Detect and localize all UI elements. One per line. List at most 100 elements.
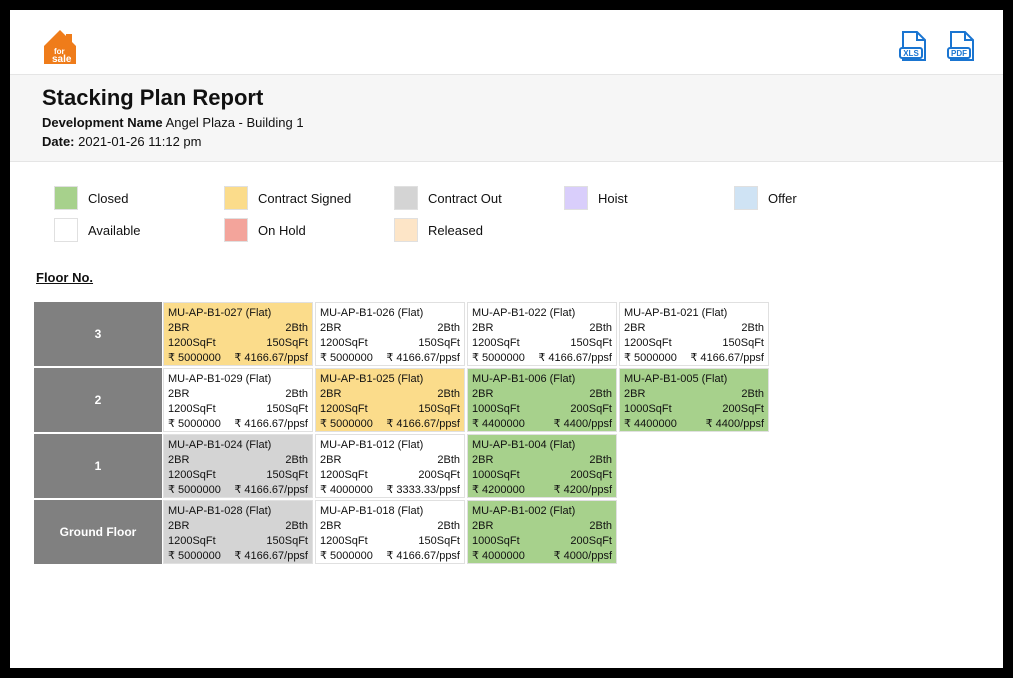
unit-price: ₹ 5000000 <box>168 351 221 366</box>
svg-text:PDF: PDF <box>951 49 967 58</box>
unit-bth: 2Bth <box>741 321 764 336</box>
unit-card[interactable]: MU-AP-B1-024 (Flat)2BR2Bth1200SqFt150SqF… <box>163 434 313 498</box>
unit-area: 1000SqFt <box>472 468 520 483</box>
unit-area: 1200SqFt <box>472 336 520 351</box>
legend-item: On Hold <box>224 218 394 242</box>
development-value: Angel Plaza - Building 1 <box>166 115 304 130</box>
legend-label: On Hold <box>258 223 306 238</box>
unit-psf: ₹ 4200/ppsf <box>554 483 612 498</box>
legend-swatch <box>54 186 78 210</box>
unit-psf-area: 150SqFt <box>266 468 308 483</box>
unit-psf-area: 200SqFt <box>722 402 764 417</box>
unit-card[interactable]: MU-AP-B1-026 (Flat)2BR2Bth1200SqFt150SqF… <box>315 302 465 366</box>
unit-card[interactable]: MU-AP-B1-004 (Flat)2BR2Bth1000SqFt200SqF… <box>467 434 617 498</box>
unit-code: MU-AP-B1-005 (Flat) <box>624 372 764 387</box>
unit-psf-area: 200SqFt <box>570 468 612 483</box>
legend-swatch <box>394 186 418 210</box>
unit-area: 1200SqFt <box>320 534 368 549</box>
legend-item: Closed <box>54 186 224 210</box>
unit-card[interactable]: MU-AP-B1-006 (Flat)2BR2Bth1000SqFt200SqF… <box>467 368 617 432</box>
export-xls-icon[interactable]: XLS <box>895 28 931 64</box>
unit-area: 1200SqFt <box>624 336 672 351</box>
report-header: Stacking Plan Report Development Name An… <box>10 74 1003 162</box>
unit-psf-area: 200SqFt <box>418 468 460 483</box>
unit-psf: ₹ 4166.67/ppsf <box>386 549 460 564</box>
unit-psf-area: 200SqFt <box>570 534 612 549</box>
unit-br: 2BR <box>320 453 341 468</box>
legend-label: Hoist <box>598 191 628 206</box>
unit-card[interactable]: MU-AP-B1-027 (Flat)2BR2Bth1200SqFt150SqF… <box>163 302 313 366</box>
legend-label: Released <box>428 223 483 238</box>
floor-label-cell: 3 <box>34 301 162 367</box>
unit-code: MU-AP-B1-024 (Flat) <box>168 438 308 453</box>
unit-price: ₹ 5000000 <box>472 351 525 366</box>
floor-number-heading: Floor No. <box>10 252 1003 291</box>
unit-area: 1000SqFt <box>624 402 672 417</box>
unit-card[interactable]: MU-AP-B1-029 (Flat)2BR2Bth1200SqFt150SqF… <box>163 368 313 432</box>
unit-code: MU-AP-B1-004 (Flat) <box>472 438 612 453</box>
legend-label: Offer <box>768 191 797 206</box>
unit-br: 2BR <box>168 387 189 402</box>
brand-logo-icon: for sale <box>34 24 86 68</box>
legend-item: Released <box>394 218 564 242</box>
unit-bth: 2Bth <box>285 387 308 402</box>
unit-code: MU-AP-B1-028 (Flat) <box>168 504 308 519</box>
unit-price: ₹ 5000000 <box>320 351 373 366</box>
unit-br: 2BR <box>320 321 341 336</box>
page-title: Stacking Plan Report <box>42 85 979 111</box>
unit-price: ₹ 4400000 <box>624 417 677 432</box>
unit-bth: 2Bth <box>589 387 612 402</box>
unit-psf: ₹ 4166.67/ppsf <box>234 549 308 564</box>
date-value: 2021-01-26 11:12 pm <box>78 134 201 149</box>
unit-psf: ₹ 4400/ppsf <box>554 417 612 432</box>
legend-label: Contract Signed <box>258 191 351 206</box>
unit-price: ₹ 4000000 <box>320 483 373 498</box>
unit-card[interactable]: MU-AP-B1-012 (Flat)2BR2Bth1200SqFt200SqF… <box>315 434 465 498</box>
unit-br: 2BR <box>320 387 341 402</box>
unit-br: 2BR <box>168 321 189 336</box>
unit-price: ₹ 4000000 <box>472 549 525 564</box>
unit-psf: ₹ 3333.33/ppsf <box>386 483 460 498</box>
unit-br: 2BR <box>624 321 645 336</box>
development-label: Development Name <box>42 115 163 130</box>
unit-code: MU-AP-B1-025 (Flat) <box>320 372 460 387</box>
stacking-grid: 3MU-AP-B1-027 (Flat)2BR2Bth1200SqFt150Sq… <box>10 291 1003 589</box>
unit-area: 1200SqFt <box>320 468 368 483</box>
unit-price: ₹ 5000000 <box>168 483 221 498</box>
unit-card[interactable]: MU-AP-B1-018 (Flat)2BR2Bth1200SqFt150SqF… <box>315 500 465 564</box>
unit-card[interactable]: MU-AP-B1-028 (Flat)2BR2Bth1200SqFt150SqF… <box>163 500 313 564</box>
legend-label: Closed <box>88 191 128 206</box>
unit-area: 1200SqFt <box>168 468 216 483</box>
unit-card[interactable]: MU-AP-B1-021 (Flat)2BR2Bth1200SqFt150SqF… <box>619 302 769 366</box>
unit-bth: 2Bth <box>437 321 460 336</box>
development-line: Development Name Angel Plaza - Building … <box>42 115 979 130</box>
unit-card[interactable]: MU-AP-B1-022 (Flat)2BR2Bth1200SqFt150SqF… <box>467 302 617 366</box>
unit-area: 1200SqFt <box>168 336 216 351</box>
legend-swatch <box>394 218 418 242</box>
floor-label-cell: 2 <box>34 367 162 433</box>
unit-code: MU-AP-B1-002 (Flat) <box>472 504 612 519</box>
unit-psf-area: 150SqFt <box>722 336 764 351</box>
unit-price: ₹ 4400000 <box>472 417 525 432</box>
unit-psf: ₹ 4166.67/ppsf <box>386 351 460 366</box>
unit-bth: 2Bth <box>589 453 612 468</box>
unit-area: 1200SqFt <box>168 534 216 549</box>
unit-code: MU-AP-B1-026 (Flat) <box>320 306 460 321</box>
export-pdf-icon[interactable]: PDF <box>943 28 979 64</box>
topbar: for sale XLS <box>10 10 1003 74</box>
unit-br: 2BR <box>320 519 341 534</box>
unit-psf: ₹ 4166.67/ppsf <box>386 417 460 432</box>
unit-br: 2BR <box>472 321 493 336</box>
unit-psf-area: 150SqFt <box>266 336 308 351</box>
unit-psf: ₹ 4166.67/ppsf <box>234 417 308 432</box>
date-line: Date: 2021-01-26 11:12 pm <box>42 134 979 149</box>
date-label: Date: <box>42 134 75 149</box>
unit-card[interactable]: MU-AP-B1-002 (Flat)2BR2Bth1000SqFt200SqF… <box>467 500 617 564</box>
unit-psf: ₹ 4166.67/ppsf <box>690 351 764 366</box>
unit-card[interactable]: MU-AP-B1-025 (Flat)2BR2Bth1200SqFt150SqF… <box>315 368 465 432</box>
unit-card[interactable]: MU-AP-B1-005 (Flat)2BR2Bth1000SqFt200SqF… <box>619 368 769 432</box>
unit-code: MU-AP-B1-029 (Flat) <box>168 372 308 387</box>
legend-item: Hoist <box>564 186 734 210</box>
unit-psf: ₹ 4166.67/ppsf <box>538 351 612 366</box>
svg-text:sale: sale <box>52 54 72 65</box>
